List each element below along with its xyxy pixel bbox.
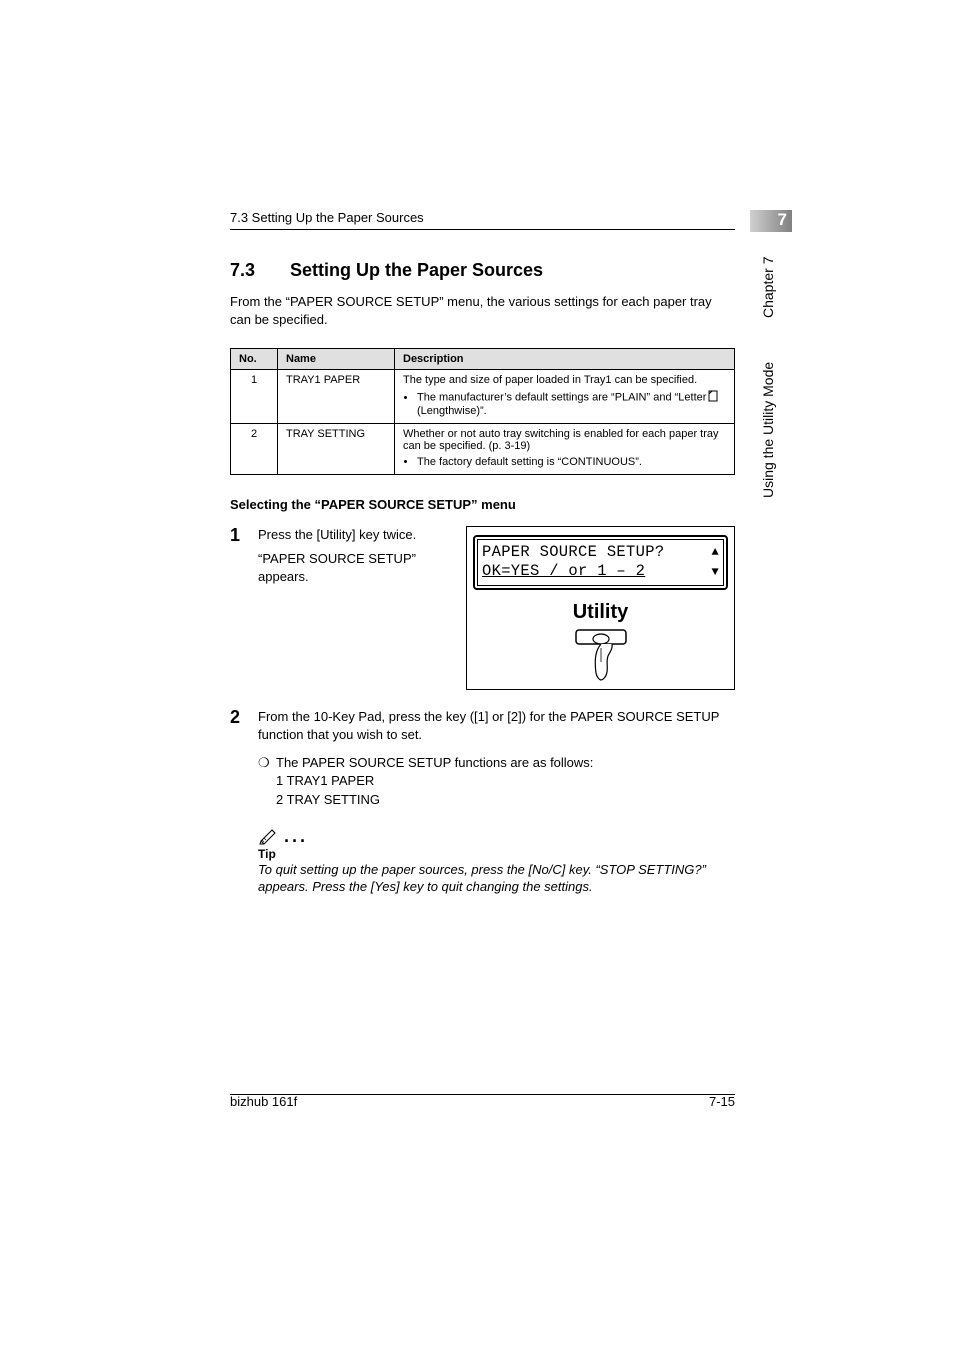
- settings-table: No. Name Description 1 TRAY1 PAPER The t…: [230, 348, 735, 475]
- cell-desc: The type and size of paper loaded in Tra…: [395, 370, 735, 424]
- ellipsis-icon: ...: [284, 827, 308, 845]
- intro-paragraph: From the “PAPER SOURCE SETUP” menu, the …: [230, 293, 735, 328]
- cell-no: 2: [231, 424, 278, 475]
- tip-block: ... Tip To quit setting up the paper sou…: [258, 825, 735, 896]
- section-title-text: Setting Up the Paper Sources: [290, 260, 543, 280]
- tip-text: To quit setting up the paper sources, pr…: [258, 861, 735, 896]
- up-arrow-icon: ▲: [711, 545, 719, 560]
- sub-step-line: 2 TRAY SETTING: [276, 792, 380, 807]
- utility-button-icon: [566, 628, 636, 683]
- desc-main: Whether or not auto tray switching is en…: [403, 428, 719, 452]
- step-number: 2: [230, 708, 258, 726]
- step2-text: From the 10-Key Pad, press the key ([1] …: [258, 708, 735, 744]
- table-row: 2 TRAY SETTING Whether or not auto tray …: [231, 424, 735, 475]
- header-rule: [230, 229, 735, 230]
- step1-line2: “PAPER SOURCE SETUP” appears.: [258, 550, 451, 586]
- table-row: 1 TRAY1 PAPER The type and size of paper…: [231, 370, 735, 424]
- utility-label: Utility: [473, 598, 728, 626]
- desc-bullet: The manufacturer’s default settings are …: [417, 390, 726, 417]
- step1-line1: Press the [Utility] key twice.: [258, 526, 451, 544]
- procedure-heading: Selecting the “PAPER SOURCE SETUP” menu: [230, 497, 735, 512]
- step-2: 2 From the 10-Key Pad, press the key ([1…: [230, 708, 735, 811]
- section-number: 7.3: [230, 260, 290, 281]
- pencil-icon: [258, 825, 280, 845]
- col-no: No.: [231, 349, 278, 370]
- footer-page: 7-15: [709, 1094, 735, 1109]
- sub-step-text: The PAPER SOURCE SETUP functions are as …: [276, 755, 593, 770]
- lengthwise-icon: [708, 390, 718, 405]
- desc-main: The type and size of paper loaded in Tra…: [403, 374, 697, 386]
- step-1: 1 Press the [Utility] key twice. “PAPER …: [230, 526, 735, 690]
- footer-product: bizhub 161f: [230, 1094, 297, 1109]
- lcd-line1: PAPER SOURCE SETUP?: [482, 543, 664, 562]
- circle-marker-icon: ❍: [258, 754, 276, 772]
- cell-name: TRAY SETTING: [278, 424, 395, 475]
- sub-step-line: 1 TRAY1 PAPER: [276, 773, 374, 788]
- cell-no: 1: [231, 370, 278, 424]
- col-desc: Description: [395, 349, 735, 370]
- step-number: 1: [230, 526, 258, 544]
- side-chapter-label: Chapter 7: [760, 245, 780, 330]
- chapter-number: 7: [778, 210, 787, 229]
- running-header: 7.3 Setting Up the Paper Sources: [230, 210, 735, 225]
- desc-bullet: The factory default setting is “CONTINUO…: [417, 456, 726, 468]
- col-name: Name: [278, 349, 395, 370]
- cell-desc: Whether or not auto tray switching is en…: [395, 424, 735, 475]
- chapter-badge: 7: [750, 210, 792, 232]
- cell-name: TRAY1 PAPER: [278, 370, 395, 424]
- lcd-screen: PAPER SOURCE SETUP? ▲ OK=YES / or 1 – 2 …: [473, 535, 728, 590]
- section-title: 7.3Setting Up the Paper Sources: [230, 260, 735, 281]
- lcd-line2: OK=YES / or 1 – 2: [482, 562, 645, 581]
- down-arrow-icon: ▼: [711, 565, 719, 580]
- lcd-illustration: PAPER SOURCE SETUP? ▲ OK=YES / or 1 – 2 …: [466, 526, 735, 690]
- side-mode-label: Using the Utility Mode: [760, 345, 780, 515]
- tip-label: Tip: [258, 847, 735, 861]
